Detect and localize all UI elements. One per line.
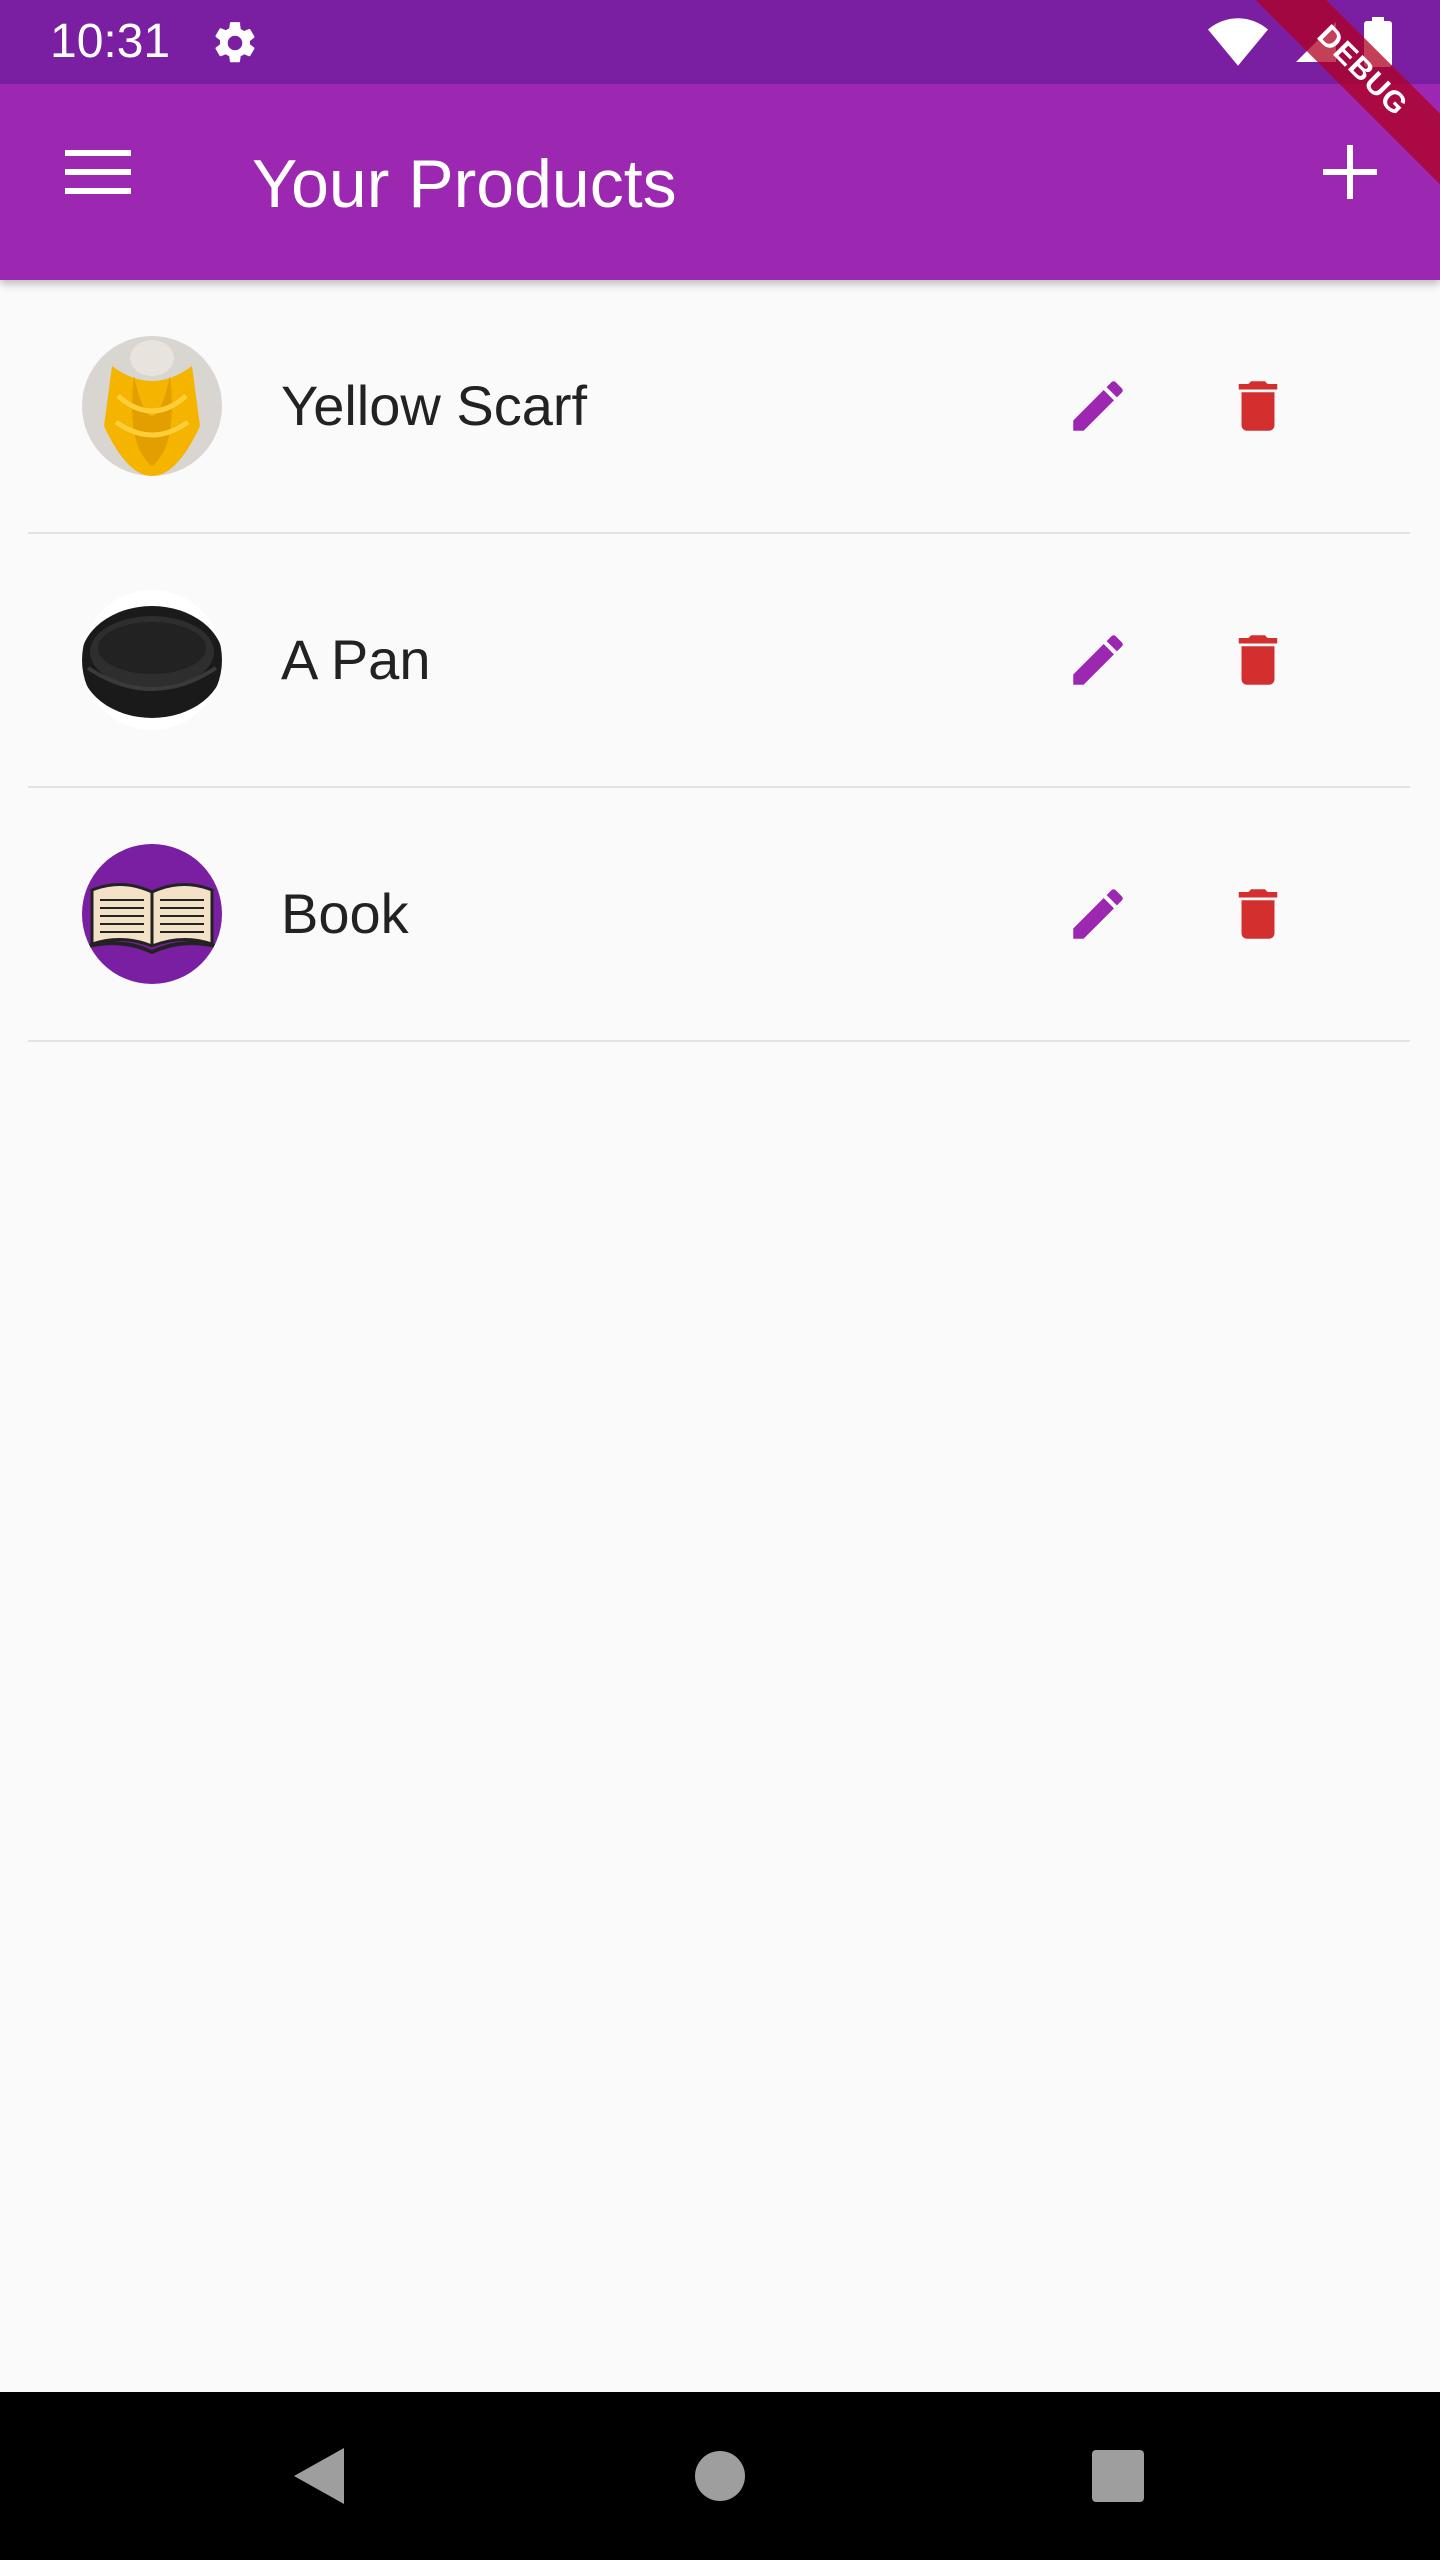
app-bar: Your Products <box>0 84 1440 280</box>
status-time: 10:31 <box>50 15 171 68</box>
status-bar: 10:31 <box>0 0 1440 84</box>
trash-icon <box>1238 381 1278 431</box>
product-row: A Pan <box>28 534 1410 788</box>
pencil-icon <box>1073 889 1123 939</box>
add-product-button[interactable] <box>1300 122 1400 222</box>
product-list: Yellow Scarf A Pan Book <box>28 280 1410 1042</box>
product-title: Yellow Scarf <box>281 374 588 437</box>
plus-icon <box>1323 145 1377 199</box>
product-title: Book <box>281 882 409 945</box>
edit-button[interactable] <box>1048 864 1148 964</box>
menu-button[interactable] <box>50 124 146 220</box>
product-avatar <box>82 590 222 730</box>
page-title: Your Products <box>252 146 677 222</box>
product-row: Yellow Scarf <box>28 280 1410 534</box>
edit-button[interactable] <box>1048 610 1148 710</box>
wifi-icon <box>1208 18 1268 66</box>
book-image <box>82 844 222 984</box>
delete-button[interactable] <box>1208 610 1308 710</box>
edit-button[interactable] <box>1048 356 1148 456</box>
back-triangle-icon <box>294 2448 344 2504</box>
pan-image <box>82 590 222 730</box>
trash-icon <box>1238 889 1278 939</box>
menu-icon <box>65 150 131 194</box>
pencil-icon <box>1073 635 1123 685</box>
product-title: A Pan <box>281 628 431 691</box>
yellow-scarf-image <box>82 336 222 476</box>
recents-button[interactable] <box>1078 2436 1158 2516</box>
recents-square-icon <box>1092 2450 1144 2502</box>
settings-gear-icon <box>215 22 255 63</box>
delete-button[interactable] <box>1208 356 1308 456</box>
delete-button[interactable] <box>1208 864 1308 964</box>
pencil-icon <box>1073 381 1123 431</box>
home-button[interactable] <box>680 2436 760 2516</box>
system-nav-bar <box>0 2392 1440 2560</box>
product-avatar <box>82 844 222 984</box>
product-row: Book <box>28 788 1410 1042</box>
home-circle-icon <box>695 2451 745 2501</box>
product-avatar <box>82 336 222 476</box>
trash-icon <box>1238 635 1278 685</box>
back-button[interactable] <box>278 2436 358 2516</box>
